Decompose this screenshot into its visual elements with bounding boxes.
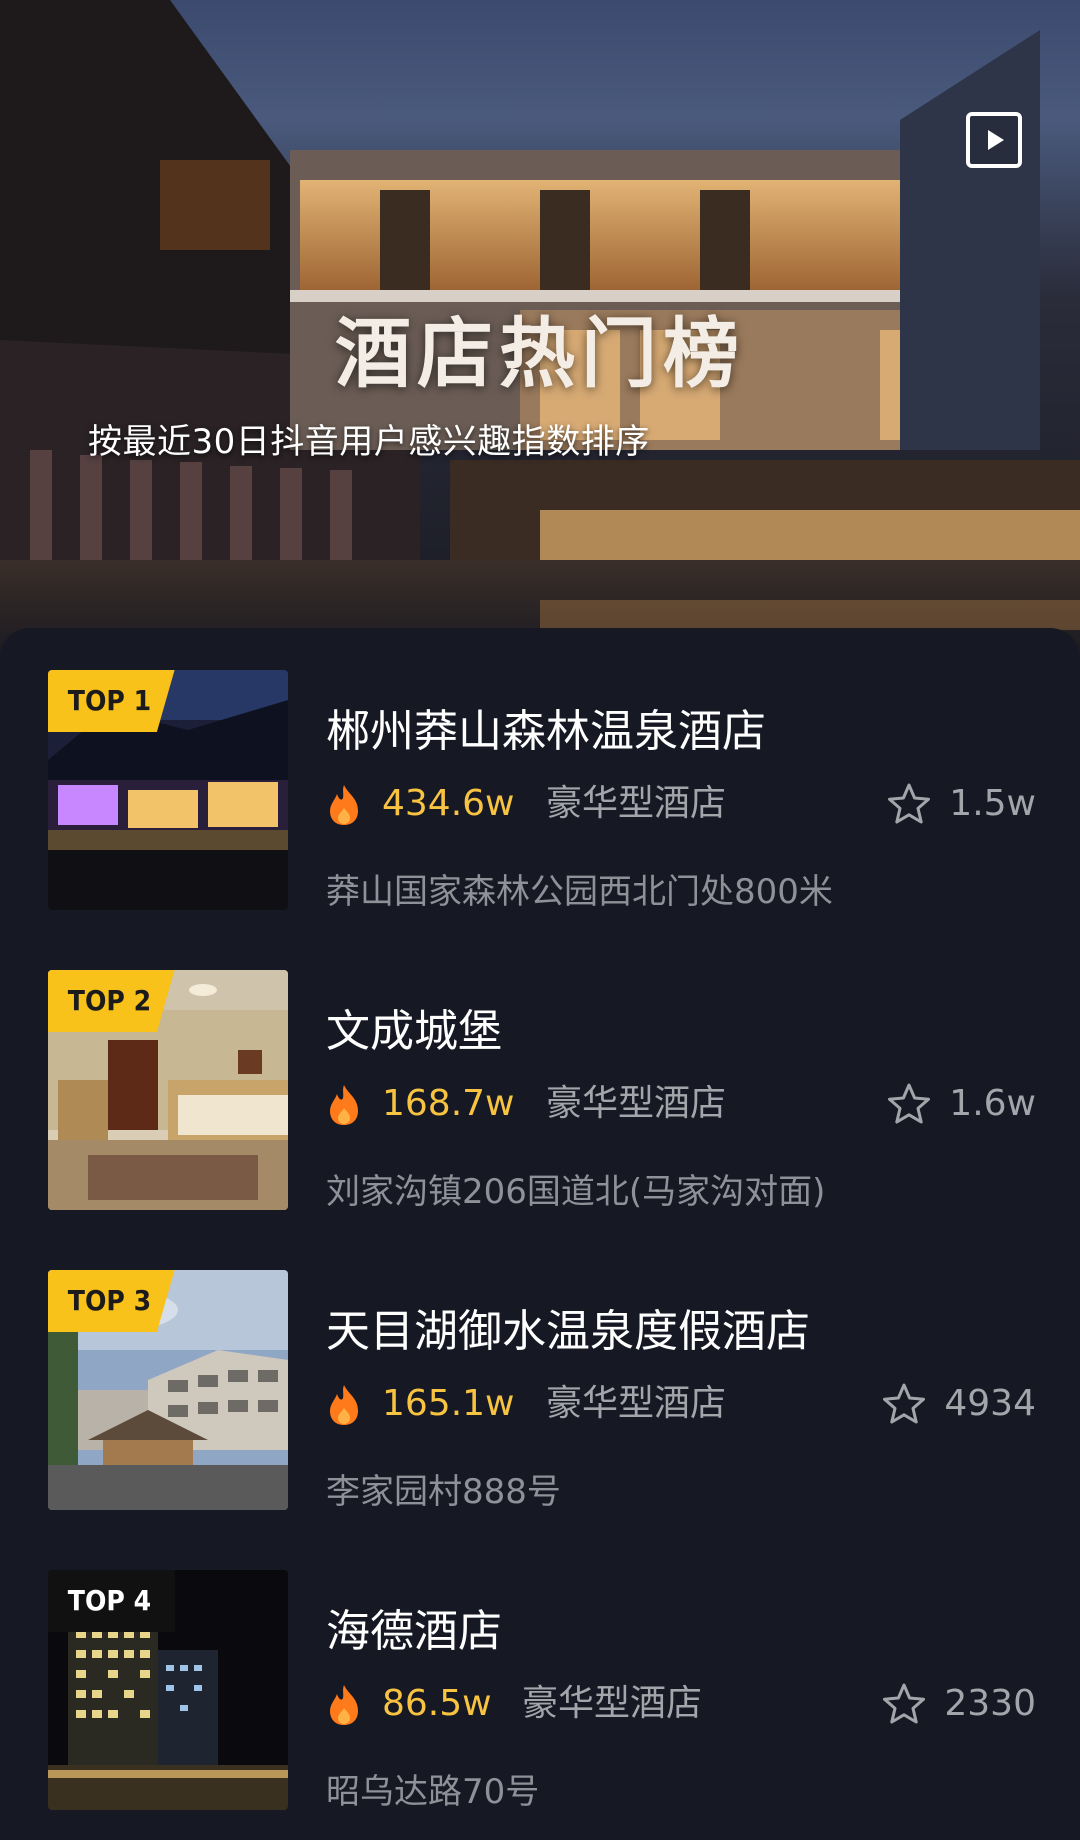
- hotel-address: 李家园村888号: [326, 1472, 561, 1512]
- page-subtitle: 按最近30日抖音用户感兴趣指数排序: [88, 422, 650, 462]
- hotel-type: 豪华型酒店: [546, 1083, 727, 1124]
- favorite-button[interactable]: 4934: [882, 1380, 1036, 1428]
- hotel-type: 豪华型酒店: [546, 783, 727, 824]
- page-title: 酒店热门榜: [335, 309, 745, 398]
- hotel-thumbnail: TOP 1: [48, 670, 288, 910]
- hotel-name: 文成城堡: [326, 1006, 502, 1057]
- flame-icon: [330, 1685, 358, 1725]
- favorite-button[interactable]: 1.6w: [887, 1080, 1036, 1128]
- hotel-stats-row: 165.1w 豪华型酒店 4934: [326, 1380, 1036, 1428]
- flame-icon: [330, 785, 358, 825]
- hotel-address: 刘家沟镇206国道北(马家沟对面): [326, 1172, 826, 1212]
- star-outline-icon: [883, 1683, 926, 1724]
- hero-banner: 酒店热门榜 按最近30日抖音用户感兴趣指数排序: [0, 0, 1080, 660]
- hotel-list-item[interactable]: TOP 4 海德酒店 86.5w 豪华型酒店 2330 昭乌达路70号: [0, 1540, 1080, 1840]
- hotel-list-item[interactable]: TOP 3 天目湖御水温泉度假酒店 165.1w 豪华型酒店 4934 李家园村…: [0, 1240, 1080, 1540]
- flame-icon: [330, 1385, 358, 1425]
- hotel-type: 豪华型酒店: [546, 1383, 727, 1424]
- favorite-button[interactable]: 2330: [882, 1680, 1036, 1728]
- star-outline-icon: [888, 783, 931, 824]
- favorite-count: 4934: [944, 1383, 1036, 1424]
- hotel-list-item[interactable]: TOP 1 郴州莽山森林温泉酒店 434.6w 豪华型酒店 1.5w 莽山国家森…: [0, 640, 1080, 940]
- flame-icon: [330, 1085, 358, 1125]
- rank-badge: TOP 1: [48, 670, 175, 732]
- hotel-thumbnail: TOP 3: [48, 1270, 288, 1510]
- heat-index: 165.1w: [382, 1383, 515, 1424]
- hotel-stats-row: 434.6w 豪华型酒店 1.5w: [326, 780, 1036, 828]
- hotel-name: 郴州莽山森林温泉酒店: [326, 706, 766, 757]
- heat-index: 434.6w: [382, 783, 515, 824]
- play-icon: [988, 130, 1004, 150]
- heat-index: 168.7w: [382, 1083, 515, 1124]
- hotel-thumbnail: TOP 4: [48, 1570, 288, 1810]
- hotel-stats-row: 168.7w 豪华型酒店 1.6w: [326, 1080, 1036, 1128]
- favorite-count: 2330: [944, 1683, 1036, 1724]
- hotel-stats-row: 86.5w 豪华型酒店 2330: [326, 1680, 1036, 1728]
- favorite-count: 1.6w: [949, 1083, 1036, 1124]
- rank-badge: TOP 2: [48, 970, 175, 1032]
- hotel-thumbnail: TOP 2: [48, 970, 288, 1210]
- hotel-name: 海德酒店: [326, 1606, 502, 1657]
- hotel-name: 天目湖御水温泉度假酒店: [326, 1306, 810, 1357]
- hotel-address: 莽山国家森林公园西北门处800米: [326, 872, 833, 912]
- play-video-button[interactable]: [966, 112, 1022, 168]
- hotel-list-item[interactable]: TOP 2 文成城堡 168.7w 豪华型酒店 1.6w 刘家沟镇206国道北(…: [0, 940, 1080, 1240]
- heat-index: 86.5w: [382, 1683, 492, 1724]
- hotel-address: 昭乌达路70号: [326, 1772, 540, 1812]
- favorite-button[interactable]: 1.5w: [887, 780, 1036, 828]
- hotel-ranking-list: TOP 1 郴州莽山森林温泉酒店 434.6w 豪华型酒店 1.5w 莽山国家森…: [0, 628, 1080, 1833]
- star-outline-icon: [888, 1083, 931, 1124]
- hotel-type: 豪华型酒店: [522, 1683, 703, 1724]
- rank-badge: TOP 4: [48, 1570, 175, 1632]
- star-outline-icon: [883, 1383, 926, 1424]
- favorite-count: 1.5w: [949, 783, 1036, 824]
- rank-badge: TOP 3: [48, 1270, 175, 1332]
